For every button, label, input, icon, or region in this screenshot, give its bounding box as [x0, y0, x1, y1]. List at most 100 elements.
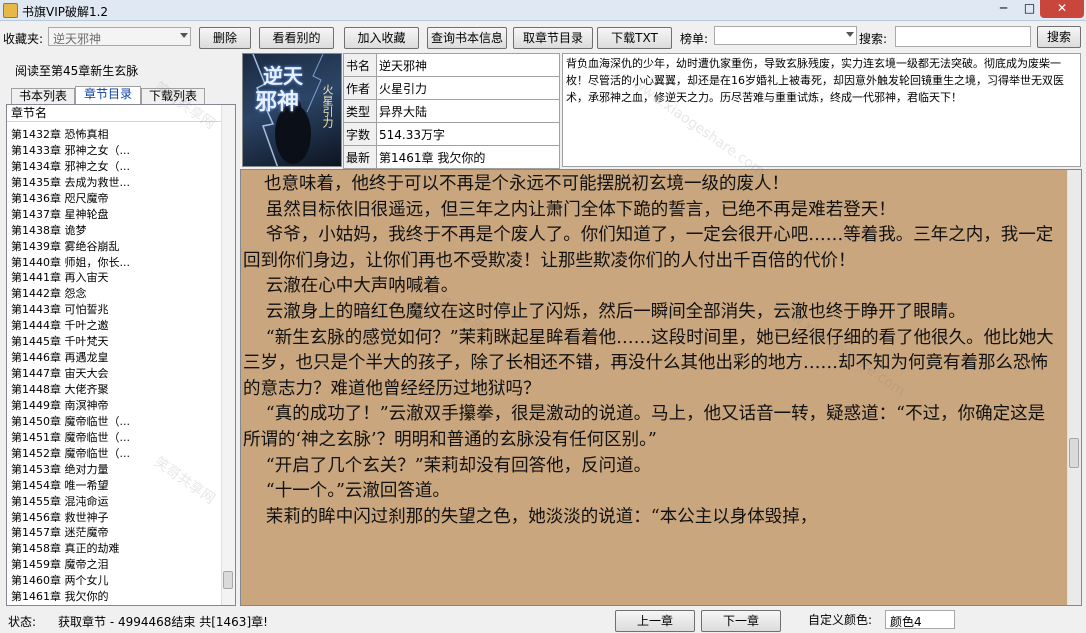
chapter-list-item[interactable]: 第1441章 再入宙天 [11, 270, 223, 286]
search-input[interactable] [895, 26, 1031, 47]
chapter-list-item[interactable]: 第1460章 两个女儿 [11, 573, 223, 589]
chapter-list-item[interactable]: 第1443章 可怕誓兆 [11, 302, 223, 318]
tab-chapter-toc[interactable]: 章节目录 [75, 86, 141, 104]
reader-scrollbar[interactable] [1067, 170, 1081, 605]
book-info-table: 书名 逆天邪神 作者 火星引力 类型 异界大陆 字数 514.33万字 最新 第1461章… [343, 53, 560, 169]
ranking-select[interactable] [714, 26, 857, 45]
content-paragraph: “真的成功了！”云澈双手攥拳，很是激动的说道。马上，他又话音一转，疑惑道：“不过… [243, 404, 1046, 450]
download-txt-button[interactable]: 下载TXT [597, 27, 672, 49]
chapter-list-item[interactable]: 第1461章 我欠你的 [11, 589, 223, 605]
words-key: 字数 [343, 122, 377, 146]
chapter-list-item[interactable]: 第1452章 魔帝临世（... [11, 446, 223, 462]
chapter-list-item[interactable]: 第1440章 师姐，你长... [11, 255, 223, 271]
chapter-list-item[interactable]: 第1437章 星神轮盘 [11, 207, 223, 223]
next-chapter-button[interactable]: 下一章 [701, 610, 781, 632]
reader-scroll-thumb[interactable] [1069, 438, 1079, 468]
chevron-down-icon [180, 33, 188, 38]
chapter-list-item[interactable]: 第1442章 怨念 [11, 286, 223, 302]
add-favorite-button[interactable]: 加入收藏 [344, 27, 419, 49]
chapter-list-item[interactable]: 第1446章 再遇龙皇 [11, 350, 223, 366]
search-button[interactable]: 搜索 [1037, 26, 1081, 48]
chapter-rows: 第1432章 恐怖真相 第1433章 邪神之女（... 第1434章 邪神之女（..… [11, 127, 223, 605]
chapter-list-item[interactable]: 第1432章 恐怖真相 [11, 127, 223, 143]
book-info-row: 字数 514.33万字 [343, 122, 560, 146]
color-select[interactable]: 颜色4 [885, 610, 955, 629]
chapter-list-scrollbar[interactable] [221, 105, 235, 605]
query-book-info-button[interactable]: 查询书本信息 [427, 27, 507, 49]
reading-progress: 阅读至第45章新生玄脉 [15, 64, 139, 78]
chapter-list-header[interactable]: 章节名 [7, 105, 224, 122]
book-word-count: 514.33万字 [376, 122, 560, 146]
status-bar: 状态: 获取章节 - 4994468结束 共[1463]章! 上一章 下一章 自… [0, 608, 1086, 633]
chapter-list-item[interactable]: 第1459章 魔帝之泪 [11, 557, 223, 573]
tab-download-list[interactable]: 下载列表 [141, 88, 205, 104]
content-paragraph: 虽然目标依旧很遥远，但三年之内让萧门全体下跪的誓言，已绝不再是难若登天！ [265, 199, 896, 220]
window-title: 书旗VIP破解1.2 [22, 5, 109, 19]
book-latest-chapter: 第1461章 我欠你的 [376, 145, 560, 169]
chapter-list-item[interactable]: 第1435章 去成为救世... [11, 175, 223, 191]
chevron-down-icon [846, 32, 854, 37]
chapter-list-item[interactable]: 第1433章 邪神之女（... [11, 143, 223, 159]
favorites-select[interactable]: 逆天邪神 [48, 27, 191, 46]
favorites-value: 逆天邪神 [53, 32, 102, 46]
author-key: 作者 [343, 76, 377, 100]
color-value: 颜色4 [890, 615, 922, 629]
chapter-list-item[interactable]: 第1453章 绝对力量 [11, 462, 223, 478]
chapter-list-item[interactable]: 第1454章 唯一希望 [11, 478, 223, 494]
content-paragraph: “新生玄脉的感觉如何？”茉莉眯起星眸看着他……这段时间里，她已经很仔细的看了他很… [243, 327, 1054, 399]
chapter-list-item[interactable]: 第1438章 诡梦 [11, 223, 223, 239]
delete-button[interactable]: 删除 [199, 27, 251, 49]
book-summary: 背负血海深仇的少年，幼时遭仇家重伤，导致玄脉残废，实力连玄境一级都无法突破。彻底… [562, 53, 1081, 167]
reader-text: 也意味着，他终于可以不再是个永远不可能摆脱初玄境一级的废人！ 虽然目标依旧很遥远，… [241, 172, 1063, 530]
content-paragraph: 云澈身上的暗红色魔纹在这时停止了闪烁，然后一瞬间全部消失，云澈也终于睁开了眼睛。 [265, 301, 966, 322]
app-icon [3, 3, 18, 18]
genre-key: 类型 [343, 99, 377, 123]
content-paragraph: 云澈在心中大声呐喊着。 [265, 276, 459, 297]
tab-book-list[interactable]: 书本列表 [11, 88, 75, 104]
chapter-list-item[interactable]: 第1445章 千叶梵天 [11, 334, 223, 350]
status-label: 状态: [8, 615, 37, 629]
cover-title-line2: 邪神 [255, 89, 300, 115]
chapter-list-scroll-thumb[interactable] [223, 571, 233, 589]
book-info-row: 类型 异界大陆 [343, 99, 560, 123]
book-genre: 异界大陆 [376, 99, 560, 123]
chapter-list-item[interactable]: 第1449章 南溟神帝 [11, 398, 223, 414]
chapter-list-item[interactable]: 第1458章 真正的劫难 [11, 541, 223, 557]
chapter-list-item[interactable]: 第1451章 魔帝临世（... [11, 430, 223, 446]
see-other-button[interactable]: 看看别的 [259, 27, 334, 49]
title-key: 书名 [343, 53, 377, 77]
chapter-list-item[interactable]: 第1456章 救世神子 [11, 510, 223, 526]
fetch-toc-button[interactable]: 取章节目录 [513, 27, 593, 49]
favorites-label: 收藏夹: [3, 32, 44, 46]
chapter-list-item[interactable]: 第1444章 千叶之邀 [11, 318, 223, 334]
book-author: 火星引力 [376, 76, 560, 100]
chapter-list-item[interactable]: 第1457章 迷茫魔帝 [11, 525, 223, 541]
latest-key: 最新 [343, 145, 377, 169]
minimize-button[interactable]: ─ [990, 0, 1017, 18]
chapter-list-item[interactable]: 第1455章 混沌命运 [11, 494, 223, 510]
chapter-list-item[interactable]: 第1450章 魔帝临世（... [11, 414, 223, 430]
content-paragraph: “十一个。”云澈回答道。 [265, 481, 450, 502]
search-label: 搜索: [859, 32, 888, 46]
title-bar: 书旗VIP破解1.2 ─ □ ✕ [0, 0, 1086, 21]
chapter-list-item[interactable]: 第1436章 咫尺魔帝 [11, 191, 223, 207]
book-cover: 逆天 邪神 火星引力 [242, 53, 342, 167]
book-info-row: 书名 逆天邪神 [343, 53, 560, 77]
prev-chapter-button[interactable]: 上一章 [615, 610, 695, 632]
chapter-list-item[interactable]: 第1434章 邪神之女（... [11, 159, 223, 175]
close-button[interactable]: ✕ [1040, 0, 1084, 18]
reader-pane[interactable]: 也意味着，他终于可以不再是个永远不可能摆脱初玄境一级的废人！ 虽然目标依旧很遥远，… [240, 169, 1082, 606]
maximize-button[interactable]: □ [1016, 0, 1043, 18]
cover-subtitle: 火星引力 [321, 84, 334, 128]
content-paragraph: 也意味着，他终于可以不再是个永远不可能摆脱初玄境一级的废人！ [264, 174, 789, 194]
content-paragraph: “开启了几个玄关？”茉莉却没有回答他，反问道。 [265, 455, 652, 476]
book-info-row: 最新 第1461章 我欠你的 [343, 145, 560, 169]
chapter-list-item[interactable]: 第1448章 大佬齐聚 [11, 382, 223, 398]
book-title: 逆天邪神 [376, 53, 560, 77]
content-paragraph: 茉莉的眸中闪过刹那的失望之色，她淡淡的说道：“本公主以身体毁掉， [265, 506, 818, 527]
chapter-list-item[interactable]: 第1439章 雾绝谷崩乱 [11, 239, 223, 255]
custom-color-label: 自定义颜色: [808, 613, 873, 627]
content-paragraph: 爷爷，小姑妈，我终于不再是个废人了。你们知道了，一定会很开心吧……等着我。三年之… [243, 225, 1054, 271]
chapter-list[interactable]: 章节名 第1432章 恐怖真相 第1433章 邪神之女（... 第1434章 邪神之… [6, 104, 236, 606]
chapter-list-item[interactable]: 第1447章 宙天大会 [11, 366, 223, 382]
